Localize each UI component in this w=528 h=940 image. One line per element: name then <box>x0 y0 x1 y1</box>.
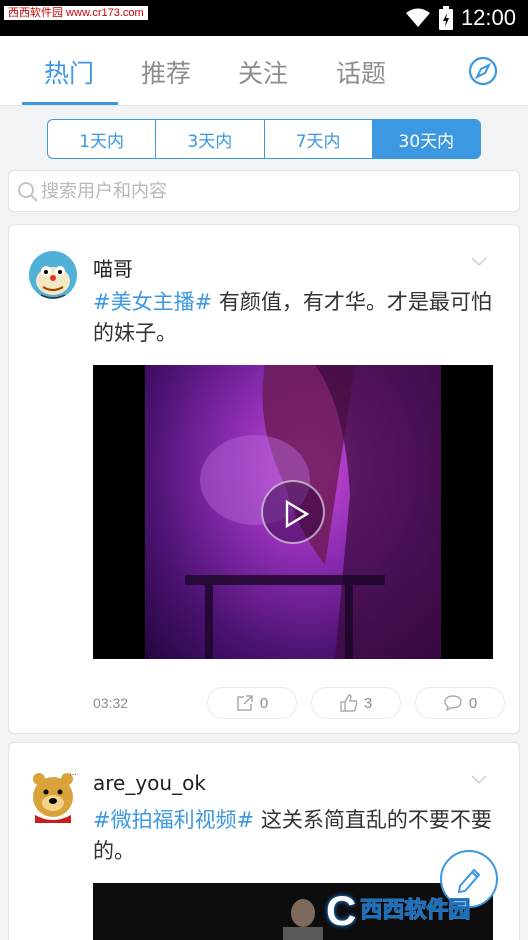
top-tab-bar: 热门 推荐 关注 话题 <box>0 36 528 106</box>
chevron-down-icon[interactable] <box>471 775 487 785</box>
post-text: #美女主播# 有颜值，有才华。才是最可怕的妹子。 <box>93 287 493 349</box>
compass-icon[interactable] <box>468 56 498 86</box>
search-icon <box>18 182 38 202</box>
username[interactable]: 喵哥 <box>93 253 133 282</box>
hashtag-link[interactable]: #微拍福利视频# <box>93 808 254 832</box>
filter-3-days[interactable]: 3天内 <box>156 120 265 158</box>
comment-count: 0 <box>468 694 478 712</box>
comment-button[interactable]: 0 <box>415 687 505 719</box>
share-icon <box>237 695 253 711</box>
avatar[interactable] <box>27 247 79 305</box>
thumbs-up-icon <box>340 694 358 712</box>
brand-watermark: C 西西软件园 <box>326 887 524 935</box>
video-player[interactable] <box>93 365 493 659</box>
username[interactable]: are_you_ok <box>93 771 206 795</box>
video-duration: 03:32 <box>93 695 129 711</box>
share-count: 0 <box>259 694 269 712</box>
watermark-text: 西西软件园 www.cr173.com <box>4 6 148 20</box>
filter-7-days[interactable]: 7天内 <box>265 120 373 158</box>
search-bar <box>8 170 520 212</box>
svg-text:…: … <box>69 768 77 777</box>
active-tab-indicator <box>22 102 118 105</box>
status-icons: 12:00 <box>405 4 516 32</box>
comment-icon <box>444 695 462 712</box>
post-footer: 03:32 0 3 0 <box>9 687 519 721</box>
tab-recommended[interactable]: 推荐 <box>141 54 191 90</box>
tab-topics[interactable]: 话题 <box>336 54 386 90</box>
tab-following[interactable]: 关注 <box>238 54 288 90</box>
search-input[interactable] <box>41 177 501 205</box>
post-card: 喵哥 #美女主播# 有颜值，有才华。才是最可怕的妹子。 03:32 0 3 0 <box>8 224 520 734</box>
brand-logo-mark: C <box>326 887 357 934</box>
time-filter: 1天内 3天内 7天内 30天内 <box>47 119 481 159</box>
chevron-down-icon[interactable] <box>471 257 487 267</box>
avatar[interactable]: … <box>27 765 79 823</box>
status-bar: 西西软件园 www.cr173.com 12:00 <box>0 0 528 36</box>
status-time: 12:00 <box>460 5 516 30</box>
filter-1-day[interactable]: 1天内 <box>48 120 157 158</box>
wifi-icon <box>405 8 430 27</box>
filter-30-days[interactable]: 30天内 <box>372 120 480 158</box>
battery-icon <box>438 6 453 30</box>
play-icon <box>285 500 309 528</box>
play-button[interactable] <box>261 480 325 544</box>
like-button[interactable]: 3 <box>311 687 401 719</box>
hashtag-link[interactable]: #美女主播# <box>93 290 212 314</box>
like-count: 3 <box>363 694 373 712</box>
post-text: #微拍福利视频# 这关系简直乱的不要不要的。 <box>93 805 493 867</box>
brand-logo-text: 西西软件园 <box>360 887 471 935</box>
tab-hot[interactable]: 热门 <box>44 54 94 90</box>
share-button[interactable]: 0 <box>207 687 297 719</box>
